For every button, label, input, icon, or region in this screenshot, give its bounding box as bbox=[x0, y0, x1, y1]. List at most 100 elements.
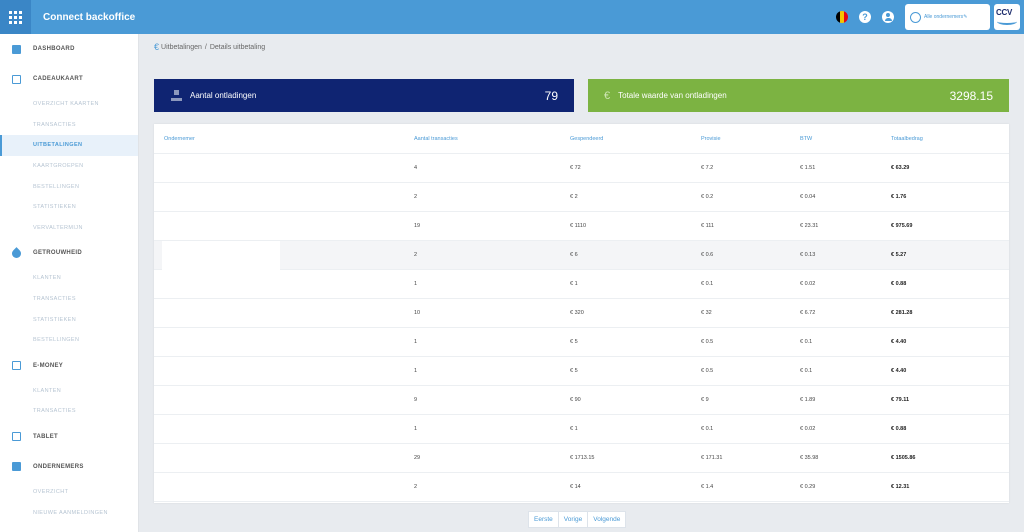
table-cell: € 4.40 bbox=[891, 368, 907, 374]
edit-pencil-icon: ✎ bbox=[963, 14, 968, 20]
sidebar-item-nieuwe-aanmeldingen[interactable]: NIEUWE AANMELDINGEN bbox=[0, 502, 138, 523]
table-row[interactable]: 2 € 2 € 0.2 € 0.04 € 1.76 bbox=[154, 183, 1009, 212]
table-cell: € 0.1 bbox=[800, 368, 813, 374]
sidebar-section-dashboard[interactable]: DASHBOARD bbox=[0, 34, 138, 64]
table-body: 4 € 72 € 7.2 € 1.51 € 63.29 2 € 2 € 0.2 € 0.04 € … bbox=[154, 154, 1009, 502]
table-cell: € 0.1 bbox=[701, 426, 714, 432]
column-header[interactable]: Aantal transacties bbox=[414, 136, 458, 142]
table-cell: € 35.98 bbox=[800, 455, 819, 461]
table-cell: € 0.88 bbox=[891, 281, 907, 287]
table-cell: € 0.2 bbox=[701, 194, 714, 200]
sidebar-section-cadeaukaart[interactable]: CADEAUKAART bbox=[0, 64, 138, 94]
breadcrumb-separator: / bbox=[204, 43, 207, 51]
sidebar-section-e-money[interactable]: E-MONEY bbox=[0, 351, 138, 381]
table-cell: € 0.13 bbox=[800, 252, 816, 258]
stat-label: Totale waarde van ontladingen bbox=[618, 91, 727, 100]
sidebar-item-klanten[interactable]: KLANTEN bbox=[0, 268, 138, 289]
table-row[interactable]: 1 € 1 € 0.1 € 0.02 € 0.88 bbox=[154, 415, 1009, 444]
column-header[interactable]: Gespendeerd bbox=[570, 136, 603, 142]
table-cell: € 14 bbox=[570, 484, 581, 490]
sidebar-item-statistieken[interactable]: STATISTIEKEN bbox=[0, 197, 138, 218]
table-cell: € 0.29 bbox=[800, 484, 816, 490]
stat-value: 3298.15 bbox=[949, 88, 993, 103]
pagination: Eerste Vorige Volgende bbox=[528, 511, 627, 528]
table-row[interactable]: 10 € 320 € 32 € 6.72 € 281.28 bbox=[154, 299, 1009, 328]
sidebar-item-overzicht[interactable]: OVERZICHT bbox=[0, 482, 138, 503]
table-cell: € 6.72 bbox=[800, 310, 816, 316]
table-cell: € 0.88 bbox=[891, 426, 907, 432]
sidebar-section-tablet[interactable]: TABLET bbox=[0, 422, 138, 452]
table-cell: € 6 bbox=[570, 252, 578, 258]
table-cell: 19 bbox=[414, 223, 421, 229]
sidebar-item-overzicht-kaarten[interactable]: OVERZICHT KAARTEN bbox=[0, 94, 138, 115]
previous-page-button[interactable]: Vorige bbox=[558, 511, 589, 528]
table-row[interactable]: 9 € 90 € 9 € 1.89 € 79.11 bbox=[154, 386, 1009, 415]
stat-label: Aantal ontladingen bbox=[190, 91, 257, 100]
table-cell: 2 bbox=[414, 252, 418, 258]
table-cell: € 32 bbox=[701, 310, 712, 316]
column-header[interactable]: BTW bbox=[800, 136, 812, 142]
table-row[interactable]: 1 € 5 € 0.5 € 0.1 € 4.40 bbox=[154, 357, 1009, 386]
table-cell: € 4.40 bbox=[891, 339, 907, 345]
table-cell: € 90 bbox=[570, 397, 581, 403]
app-grid-button[interactable] bbox=[0, 0, 31, 34]
sidebar-item-transacties[interactable]: TRANSACTIES bbox=[0, 115, 138, 136]
table-cell: € 2 bbox=[570, 194, 578, 200]
column-header[interactable]: Ondernemer bbox=[164, 136, 195, 142]
table-cell: € 7.2 bbox=[701, 165, 714, 171]
table-row[interactable]: 2 € 6 € 0.6 € 0.13 € 5.27 bbox=[154, 241, 1009, 270]
sidebar-item-statistieken[interactable]: STATISTIEKEN bbox=[0, 309, 138, 330]
sidebar-section-label: TABLET bbox=[33, 433, 59, 440]
sidebar-item-bestellingen[interactable]: BESTELLINGEN bbox=[0, 176, 138, 197]
table-cell: € 320 bbox=[570, 310, 584, 316]
table-cell: € 1.4 bbox=[701, 484, 714, 490]
sidebar-section-label: GETROUWHEID bbox=[33, 250, 82, 257]
table-cell: € 0.6 bbox=[701, 252, 714, 258]
sidebar-item-uitbetalingen[interactable]: UITBETALINGEN bbox=[0, 135, 138, 156]
table-cell: € 79.11 bbox=[891, 397, 910, 403]
table-row[interactable]: 19 € 1110 € 111 € 23.31 € 975.69 bbox=[154, 212, 1009, 241]
help-icon[interactable]: ? bbox=[859, 11, 871, 23]
sidebar-section-ondernemers[interactable]: ONDERNEMERS bbox=[0, 452, 138, 482]
table-cell: € 0.5 bbox=[701, 368, 714, 374]
table-cell: € 1.51 bbox=[800, 165, 816, 171]
table-cell: 1 bbox=[414, 281, 418, 287]
sidebar-item-kaartgroepen[interactable]: KAARTGROEPEN bbox=[0, 156, 138, 177]
table-cell: € 1505.86 bbox=[891, 455, 916, 461]
tenant-selector[interactable]: Alle ondernemers ✎ bbox=[905, 4, 990, 30]
table-cell: € 1110 bbox=[570, 223, 587, 229]
sidebar-section-getrouwheid[interactable]: GETROUWHEID bbox=[0, 238, 138, 268]
table-row[interactable]: 2 € 14 € 1.4 € 0.29 € 12.31 bbox=[154, 473, 1009, 502]
sidebar-section-label: ONDERNEMERS bbox=[33, 463, 84, 470]
next-page-button[interactable]: Volgende bbox=[588, 511, 627, 528]
table-row[interactable]: 29 € 1713.15 € 171.31 € 35.98 € 1505.86 bbox=[154, 444, 1009, 473]
table-row[interactable]: 4 € 72 € 7.2 € 1.51 € 63.29 bbox=[154, 154, 1009, 183]
table-cell: € 1.89 bbox=[800, 397, 816, 403]
table-cell: 4 bbox=[414, 165, 418, 171]
table-cell: € 0.02 bbox=[800, 426, 816, 432]
breadcrumb-root-link[interactable]: Uitbetalingen bbox=[161, 44, 202, 51]
column-header[interactable]: Provisie bbox=[701, 136, 721, 142]
table-cell: € 0.04 bbox=[800, 194, 816, 200]
tablet-icon bbox=[12, 432, 21, 442]
column-header[interactable]: Totaalbedrag bbox=[891, 136, 923, 142]
sidebar-item-transacties[interactable]: TRANSACTIES bbox=[0, 401, 138, 422]
sidebar-item-klanten[interactable]: KLANTEN bbox=[0, 381, 138, 402]
store-icon bbox=[12, 462, 21, 472]
sidebar-section-label: E-MONEY bbox=[33, 362, 64, 369]
table-cell: € 1 bbox=[570, 281, 578, 287]
sidebar-item-bestellingen[interactable]: BESTELLINGEN bbox=[0, 330, 138, 351]
sidebar-item-transacties[interactable]: TRANSACTIES bbox=[0, 289, 138, 310]
table-row[interactable]: 1 € 1 € 0.1 € 0.02 € 0.88 bbox=[154, 270, 1009, 299]
language-flag-icon[interactable] bbox=[836, 11, 848, 23]
euro-icon: € bbox=[604, 89, 611, 102]
sidebar-section-label: CADEAUKAART bbox=[33, 76, 83, 82]
logo-text: CCV bbox=[996, 8, 1012, 17]
table-cell: 2 bbox=[414, 194, 418, 200]
table-cell: € 5.27 bbox=[891, 252, 907, 258]
user-account-icon[interactable] bbox=[882, 11, 894, 23]
sidebar-item-vervaltermijn[interactable]: VERVALTERMIJN bbox=[0, 218, 138, 239]
first-page-button[interactable]: Eerste bbox=[528, 511, 559, 528]
table-row[interactable]: 1 € 5 € 0.5 € 0.1 € 4.40 bbox=[154, 328, 1009, 357]
table-cell: 1 bbox=[414, 426, 418, 432]
